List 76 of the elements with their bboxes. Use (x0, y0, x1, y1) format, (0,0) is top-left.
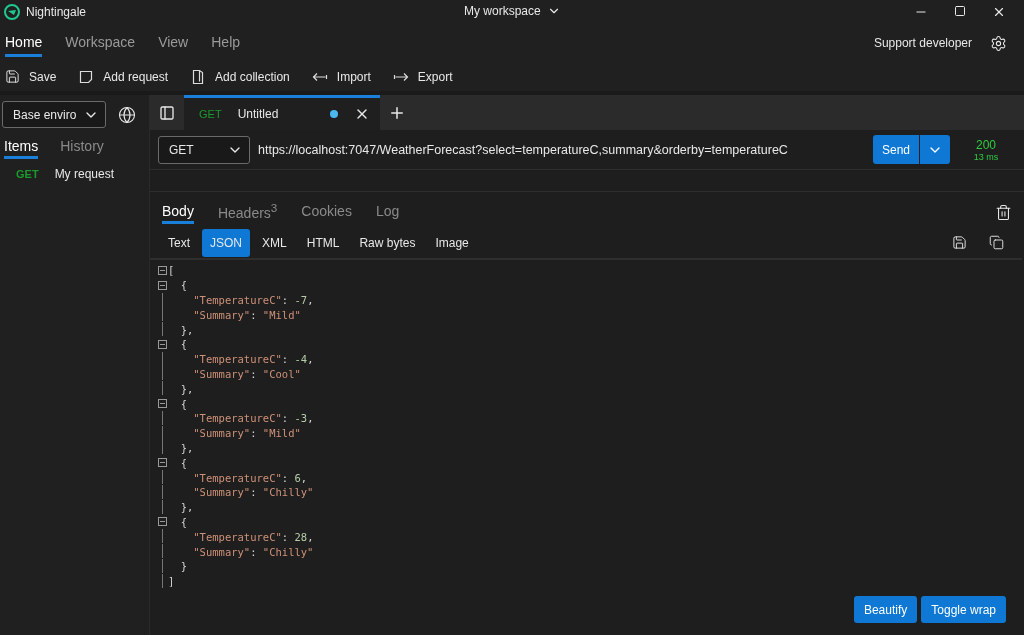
toolbar-button[interactable]: Add collection (190, 68, 290, 85)
response-tab[interactable]: Log (375, 200, 400, 224)
menu-tab[interactable]: Help (211, 29, 241, 57)
code-line: "TemperatureC": 6, (192, 471, 308, 484)
tab-title: Untitled (237, 107, 279, 121)
sidebar-toggle-icon[interactable] (159, 104, 175, 121)
format-tab[interactable]: Text (160, 228, 198, 257)
format-tab[interactable]: JSON (202, 228, 251, 257)
close-icon[interactable] (992, 5, 1006, 19)
app-title: Nightingale (26, 5, 87, 19)
sidebar-tab[interactable]: Items (4, 136, 39, 159)
url-field[interactable]: https://localhost:7047/WeatherForecast?select=temperatureC,summary&orderby=temperatureC (256, 141, 867, 158)
toolbar-button[interactable]: Add request (78, 68, 169, 85)
code-line: { (179, 279, 187, 292)
code-line: ] (168, 575, 175, 588)
toolbar-button[interactable]: Export (392, 68, 453, 85)
fold-marker[interactable] (157, 517, 167, 527)
code-line: "Summary": "Chilly" (192, 545, 314, 558)
support-link[interactable]: Support developer (873, 36, 972, 50)
status-code: 200 (976, 137, 996, 152)
code-line: } (179, 560, 187, 573)
menu-tab[interactable]: Workspace (65, 29, 136, 57)
action-button[interactable]: Beautify (853, 596, 918, 623)
code-line: "TemperatureC": -4, (192, 353, 314, 366)
globe-icon[interactable] (118, 105, 136, 124)
code-line: [ (168, 264, 175, 277)
fold-marker[interactable] (157, 339, 167, 349)
workspace-menu[interactable]: My workspace (464, 4, 561, 18)
request-tab[interactable]: GET Untitled (184, 95, 380, 130)
action-button[interactable]: Toggle wrap (921, 596, 1006, 623)
code-line: "Summary": "Cool" (192, 367, 301, 380)
code-line: "TemperatureC": -7, (192, 294, 314, 306)
format-tab[interactable]: XML (254, 228, 295, 257)
fold-marker[interactable] (157, 280, 167, 290)
format-tab[interactable]: Image (427, 228, 477, 257)
settings-icon[interactable] (990, 34, 1007, 52)
bird-logo-icon (4, 4, 20, 20)
toolbar-button[interactable]: Import (311, 68, 371, 85)
method-select[interactable]: GET (158, 135, 250, 164)
format-tab[interactable]: HTML (298, 228, 348, 257)
code-line: "TemperatureC": 28, (192, 530, 314, 543)
method-label: GET (199, 108, 222, 120)
code-line: { (179, 338, 187, 351)
response-time: 13 ms (973, 151, 999, 162)
maximize-icon[interactable] (954, 5, 966, 17)
save-icon (5, 69, 20, 84)
copy-icon[interactable] (989, 235, 1004, 250)
response-tab[interactable]: Headers$^{3}$ (217, 198, 278, 226)
code-line: }, (179, 323, 194, 336)
code-line: { (179, 456, 187, 469)
fold-marker[interactable] (157, 265, 167, 275)
code-line: }, (179, 441, 194, 454)
toolbar-button[interactable]: Save (5, 69, 57, 84)
delete-icon[interactable] (995, 203, 1012, 221)
send-button[interactable]: Send (872, 135, 919, 164)
code-line: { (179, 397, 187, 410)
code-line: { (179, 515, 187, 528)
code-line: "Summary": "Mild" (192, 427, 301, 440)
fold-marker[interactable] (157, 399, 167, 409)
response-tab[interactable]: Body (162, 200, 194, 224)
format-tab[interactable]: Raw bytes (351, 228, 424, 257)
code-line: "TemperatureC": -3, (192, 412, 314, 425)
fold-marker[interactable] (157, 458, 167, 468)
sidebar-tab[interactable]: History (60, 136, 104, 159)
code-line: "Summary": "Mild" (192, 308, 301, 321)
menu-tab[interactable]: View (158, 29, 189, 57)
code-line: "Summary": "Chilly" (192, 486, 314, 499)
save-icon[interactable] (952, 235, 967, 250)
request-name[interactable]: My request (54, 167, 114, 181)
method-label: GET (16, 168, 39, 180)
page-icon (78, 68, 95, 85)
environment-select[interactable]: Base enviro (2, 101, 106, 128)
menu-tab[interactable]: Home (5, 29, 43, 57)
code-line: }, (179, 382, 194, 395)
code-line: }, (179, 501, 194, 514)
response-tab[interactable]: Cookies (301, 200, 352, 224)
